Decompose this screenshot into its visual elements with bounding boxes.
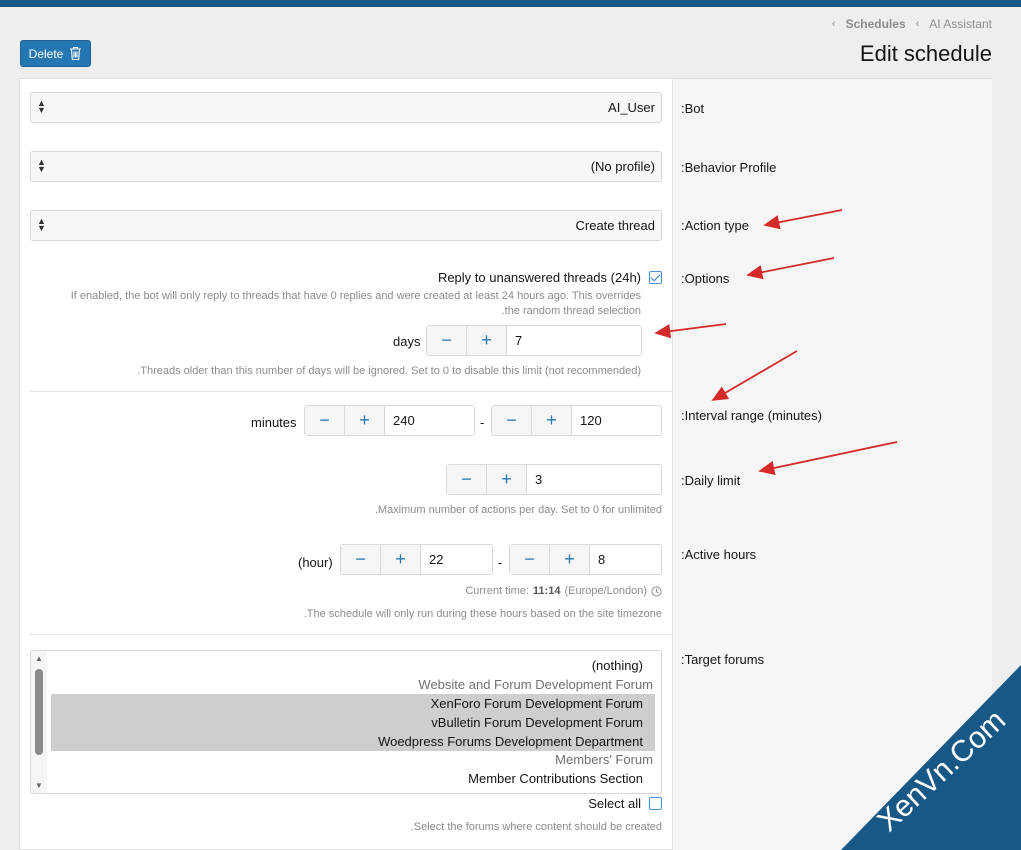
- sort-arrows-icon: ▲ ▼: [37, 216, 46, 233]
- active-hours-hint: .The schedule will only run during these…: [303, 608, 662, 620]
- bot-label: :Bot: [681, 101, 705, 116]
- plus-icon[interactable]: +: [467, 326, 507, 355]
- days-input[interactable]: 7: [507, 326, 641, 355]
- plus-icon[interactable]: +: [345, 406, 385, 435]
- forum-group-label: Members' Forum: [555, 752, 653, 767]
- minus-icon[interactable]: −: [492, 406, 532, 435]
- chevron-left-icon: ‹: [831, 18, 836, 30]
- interval-separator: -: [480, 415, 485, 430]
- bot-value: AI_User: [608, 100, 655, 115]
- interval-min-input[interactable]: 240: [385, 406, 474, 435]
- target-forums-label: :Target forums: [681, 652, 765, 667]
- daily-limit-label: :Daily limit: [681, 473, 741, 488]
- forum-group-label: Website and Forum Development Forum: [418, 677, 653, 692]
- forum-option-selected[interactable]: vBulletin Forum Development Forum: [51, 713, 655, 732]
- minus-icon[interactable]: −: [305, 406, 345, 435]
- plus-icon[interactable]: +: [381, 545, 421, 574]
- current-time-prefix: Current time:: [465, 585, 529, 597]
- interval-min-stepper[interactable]: − + 240: [304, 405, 475, 436]
- behavior-profile-select[interactable]: ▲ ▼ (No profile): [30, 151, 662, 182]
- clock-icon: [651, 585, 662, 597]
- delete-label: Delete: [28, 46, 64, 61]
- plus-icon[interactable]: +: [487, 465, 527, 494]
- reply-hint: If enabled, the bot will only reply to t…: [21, 289, 641, 319]
- current-time-zone: (Europe/London): [564, 585, 647, 597]
- action-value: Create thread: [575, 218, 656, 233]
- forum-option-selected[interactable]: Woedpress Forums Development Department: [51, 732, 655, 751]
- active-end-input[interactable]: 8: [590, 545, 661, 574]
- reply-unanswered-checkbox[interactable]: [649, 271, 662, 284]
- active-hours-unit: (hour): [298, 555, 333, 570]
- daily-limit-hint: .Maximum number of actions per day. Set …: [374, 504, 662, 516]
- active-separator: -: [498, 555, 503, 570]
- interval-unit: minutes: [251, 415, 297, 430]
- chevron-left-icon: ‹: [915, 18, 920, 30]
- minus-icon[interactable]: −: [510, 545, 550, 574]
- plus-icon[interactable]: +: [550, 545, 590, 574]
- active-hours-label: :Active hours: [681, 547, 757, 562]
- forum-option-selected[interactable]: XenForo Forum Development Forum: [51, 694, 655, 713]
- behavior-label: :Behavior Profile: [681, 160, 777, 175]
- days-hint: .Threads older than this number of days …: [137, 365, 641, 377]
- active-end-stepper[interactable]: − + 8: [509, 544, 662, 575]
- top-bar: [0, 0, 1021, 7]
- xenvn-watermark: XenVn.Com: [841, 665, 1021, 850]
- select-all-label: Select all: [588, 796, 641, 811]
- forum-option[interactable]: Member Contributions Section: [468, 769, 655, 788]
- sort-arrows-icon: ▲ ▼: [37, 98, 46, 115]
- breadcrumb-schedules[interactable]: Schedules: [846, 17, 906, 31]
- minus-icon[interactable]: −: [341, 545, 381, 574]
- trash-icon: [70, 46, 82, 61]
- options-label: :Options: [681, 271, 730, 286]
- current-time-value: 11:14: [532, 585, 561, 597]
- interval-label: :Interval range (minutes): [681, 408, 822, 423]
- scroll-up-icon[interactable]: ▲: [35, 654, 43, 663]
- days-unit: days: [393, 334, 421, 349]
- reply-hint-line-2: .the random thread selection: [501, 305, 641, 317]
- current-time: Current time: 11:14 (Europe/London): [465, 585, 662, 597]
- daily-limit-input[interactable]: 3: [527, 465, 661, 494]
- active-start-stepper[interactable]: − + 22: [340, 544, 493, 575]
- bot-select[interactable]: ▲ ▼ AI_User: [30, 92, 662, 123]
- minus-icon[interactable]: −: [427, 326, 467, 355]
- action-type-select[interactable]: ▲ ▼ Create thread: [30, 210, 662, 241]
- target-forums-hint: .Select the forums where content should …: [410, 821, 662, 833]
- sort-arrows-icon: ▲ ▼: [37, 157, 46, 174]
- days-stepper[interactable]: − + 7: [426, 325, 642, 356]
- breadcrumb-ai-assistant[interactable]: AI Assistant: [929, 17, 992, 31]
- active-start-input[interactable]: 22: [421, 545, 492, 574]
- reply-hint-line-1: If enabled, the bot will only reply to t…: [70, 290, 641, 302]
- forum-option[interactable]: (nothing): [592, 656, 655, 675]
- scroll-down-icon[interactable]: ▼: [35, 781, 43, 790]
- divider: [30, 391, 672, 392]
- daily-limit-stepper[interactable]: − + 3: [446, 464, 662, 495]
- plus-icon[interactable]: +: [532, 406, 572, 435]
- scrollbar[interactable]: ▲ ▼: [31, 651, 47, 793]
- reply-unanswered-label: Reply to unanswered threads (24h): [437, 270, 641, 285]
- reply-unanswered-option[interactable]: Reply to unanswered threads (24h): [438, 270, 662, 285]
- behavior-value: (No profile): [590, 159, 655, 174]
- action-type-label: :Action type: [681, 218, 749, 233]
- page-title: Edit schedule: [859, 41, 992, 66]
- interval-max-input[interactable]: 120: [572, 406, 661, 435]
- minus-icon[interactable]: −: [447, 465, 487, 494]
- interval-max-stepper[interactable]: − + 120: [491, 405, 662, 436]
- select-all-checkbox[interactable]: [649, 797, 662, 810]
- select-all-option[interactable]: Select all: [588, 796, 662, 811]
- breadcrumb: ‹ Schedules ‹ AI Assistant: [832, 17, 992, 31]
- divider: [30, 634, 672, 635]
- scrollbar-thumb[interactable]: [35, 669, 43, 755]
- delete-button[interactable]: Delete: [20, 40, 91, 67]
- target-forums-listbox[interactable]: ▲ ▼ (nothing) Website and Forum Developm…: [30, 650, 662, 794]
